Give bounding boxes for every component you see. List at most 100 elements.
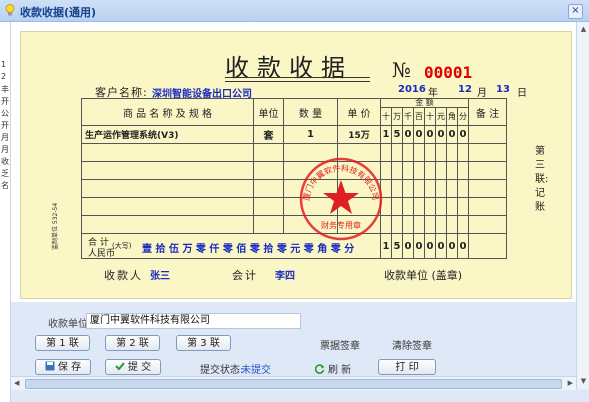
print-button[interactable]: 打 印 (378, 359, 436, 375)
table-row: 生产运作管理系统(V3) 套 1 15万 1 5 0 0 0 0 0 0 (81, 125, 507, 144)
stamp-sign-link[interactable]: 票据签章 (320, 337, 360, 352)
total-digit: 0 (446, 233, 458, 259)
total-digit: 0 (402, 233, 414, 259)
table-cell (446, 161, 458, 180)
table-cell (81, 215, 254, 234)
table-cell (435, 179, 447, 198)
total-digit: 0 (424, 233, 436, 259)
scroll-up-icon[interactable]: ▲ (578, 24, 589, 35)
save-label: 保 存 (57, 362, 82, 373)
header-price: 单 价 (337, 98, 381, 126)
clear-sign-link[interactable]: 清除签章 (392, 337, 432, 352)
table-cell: 15万 (337, 125, 381, 144)
table-row (81, 197, 507, 216)
table-cell: 0 (457, 125, 469, 144)
table-cell (81, 179, 254, 198)
horizontal-scrollbar[interactable]: ◀ ▶ (11, 376, 576, 390)
table-cell (402, 179, 414, 198)
table-cell (457, 179, 469, 198)
note-cell (468, 179, 507, 198)
table-cell (413, 197, 425, 216)
table-cell (253, 179, 284, 198)
scroll-down-icon[interactable]: ▼ (578, 376, 589, 387)
table-cell (424, 161, 436, 180)
table-cell (81, 143, 254, 162)
scroll-right-icon[interactable]: ▶ (568, 377, 573, 390)
strip-char: 公 (1, 109, 9, 118)
table-cell (435, 143, 447, 162)
refresh-button[interactable]: 刷 新 (315, 361, 351, 376)
total-note (468, 233, 507, 259)
table-cell (391, 197, 403, 216)
strip-char: 开 (1, 97, 9, 106)
total-digit: 0 (457, 233, 469, 259)
submit-button[interactable]: 提 交 (105, 359, 161, 375)
unit-field-label: 收款单位: (48, 319, 92, 330)
table-cell (253, 197, 284, 216)
header-qty: 数 量 (283, 98, 338, 126)
table-cell (424, 179, 436, 198)
table-cell: 5 (391, 125, 403, 144)
vertical-scrollbar[interactable]: ▲ ▼ (576, 22, 589, 389)
table-cell: 1 (380, 125, 392, 144)
digit-header: 角 (446, 107, 458, 126)
scroll-thumb[interactable] (25, 379, 562, 389)
seal-bottom-text: 财务专用章 (321, 220, 361, 230)
table-cell (253, 143, 284, 162)
status-label: 提交状态: (200, 365, 244, 376)
digit-header: 万 (391, 107, 403, 126)
digit-header: 十 (424, 107, 436, 126)
total-digit: 0 (413, 233, 425, 259)
strip-char: 月 (1, 133, 9, 142)
table-cell (435, 161, 447, 180)
table-cell: 0 (424, 125, 436, 144)
copy2-button[interactable]: 第 2 联 (105, 335, 160, 351)
company-seal: 厦门中翼软件科技有限公司 财务专用章 (299, 157, 383, 241)
header-item: 商 品 名 称 及 规 格 (81, 98, 254, 126)
receipt-table: 商 品 名 称 及 规 格 单位 数 量 单 价 金 额 备 注 十 万 千 百… (81, 98, 507, 259)
refresh-icon (315, 364, 325, 374)
header-note: 备 注 (468, 98, 507, 126)
strip-char: 2 (1, 72, 7, 81)
close-button[interactable]: × (568, 4, 583, 19)
table-cell: 1 (283, 125, 338, 144)
receipt-number: 00001 (424, 63, 473, 82)
unit-field[interactable]: 厦门中翼软件科技有限公司 (86, 313, 301, 329)
total-digit: 0 (435, 233, 447, 259)
table-cell: 生产运作管理系统(V3) (81, 125, 254, 144)
table-row (81, 161, 507, 180)
scroll-left-icon[interactable]: ◀ (14, 377, 19, 390)
table-cell (413, 161, 425, 180)
month-label: 月 (477, 88, 487, 99)
status-value: 未提交 (241, 365, 271, 376)
table-cell: 0 (435, 125, 447, 144)
date-day: 13 (496, 84, 510, 95)
copy3-button[interactable]: 第 3 联 (176, 335, 231, 351)
note-cell (468, 143, 507, 162)
close-icon: × (571, 5, 580, 16)
rmb-label: 人民币 (88, 249, 116, 259)
floppy-icon (45, 361, 55, 371)
total-row: 合 计 人民币 (大写) 壹 拾 伍 万 零 仟 零 佰 零 拾 零 元 零 角… (81, 233, 507, 259)
digit-header: 千 (402, 107, 414, 126)
table-cell (446, 179, 458, 198)
strip-char: 开 (1, 121, 9, 130)
note-cell (468, 197, 507, 216)
unit-label: 收款单位 (盖章) (384, 269, 463, 282)
number-label: № (392, 58, 411, 82)
table-cell (253, 215, 284, 234)
table-cell (391, 215, 403, 234)
digit-header: 分 (457, 107, 469, 126)
strip-char: 丰 (1, 85, 9, 94)
left-strip: 1 2 丰开公开月月收乏名 (0, 22, 11, 402)
strip-char: 1 (1, 60, 7, 69)
copy1-button[interactable]: 第 1 联 (35, 335, 90, 351)
table-cell (435, 215, 447, 234)
title-underline (225, 77, 370, 82)
table-cell (81, 197, 254, 216)
accountant-name: 李四 (275, 271, 295, 282)
save-button[interactable]: 保 存 (35, 359, 91, 375)
table-cell (446, 143, 458, 162)
payer-name: 张三 (150, 271, 170, 282)
table-cell (402, 161, 414, 180)
